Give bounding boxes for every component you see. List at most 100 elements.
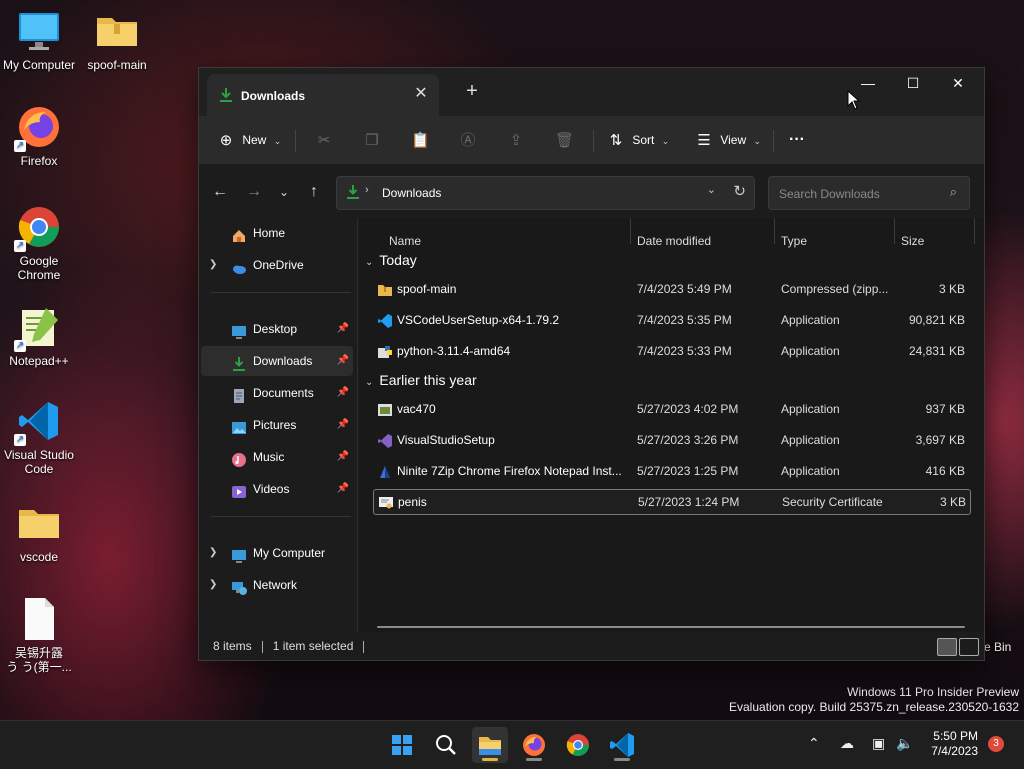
- monitor-icon: [16, 8, 62, 54]
- desktop-icon-firefox[interactable]: ↗ Firefox: [0, 104, 78, 168]
- forward-button[interactable]: →: [241, 179, 267, 205]
- desktop-icon-label: Visual Studio Code: [4, 448, 74, 476]
- file-size: 416 KB: [925, 464, 965, 478]
- start-button[interactable]: [384, 727, 420, 763]
- address-bar[interactable]: › Downloads ⌄ ↻: [336, 176, 755, 210]
- paste-button[interactable]: 📋: [411, 126, 430, 154]
- status-divider: [363, 640, 365, 653]
- sidebar-item-documents[interactable]: Documents 📌: [201, 378, 353, 408]
- details-view-button[interactable]: [937, 638, 957, 656]
- vscode-icon: ↗: [14, 398, 62, 446]
- status-divider: [261, 640, 263, 653]
- maximize-button[interactable]: ☐: [891, 68, 935, 98]
- back-button[interactable]: ←: [207, 179, 233, 205]
- volume-icon[interactable]: 🔈: [896, 735, 913, 752]
- recent-locations-button[interactable]: ⌄: [271, 179, 297, 205]
- shortcut-arrow-icon: ↗: [14, 340, 26, 352]
- column-divider[interactable]: [774, 218, 775, 244]
- address-dropdown-button[interactable]: ⌄: [707, 183, 716, 196]
- horizontal-scrollbar[interactable]: [377, 626, 965, 628]
- breadcrumb-downloads[interactable]: Downloads: [382, 186, 441, 200]
- sort-button[interactable]: ⇅ Sort ⌄: [607, 126, 670, 154]
- search-box[interactable]: ⌕: [768, 176, 970, 210]
- refresh-button[interactable]: ↻: [733, 182, 746, 200]
- desktop-icon-label: Notepad++: [9, 354, 69, 368]
- tab-close-button[interactable]: ✕: [411, 84, 431, 104]
- close-button[interactable]: ✕: [936, 68, 980, 98]
- taskbar-chrome[interactable]: [560, 727, 596, 763]
- new-button[interactable]: ⊕ New ⌄: [217, 126, 282, 154]
- file-row[interactable]: VSCodeUserSetup-x64-1.79.2 7/4/2023 5:35…: [373, 307, 969, 333]
- taskbar-vscode[interactable]: [604, 727, 640, 763]
- file-size: 90,821 KB: [908, 313, 965, 327]
- desktop-icon-notepadpp[interactable]: ↗ Notepad++: [0, 304, 78, 368]
- new-button-label: New: [242, 133, 267, 147]
- copy-button[interactable]: ❐: [363, 126, 381, 154]
- sidebar-item-label: My Computer: [253, 546, 326, 560]
- network-offline-icon[interactable]: ☁: [840, 735, 854, 752]
- sidebar-item-onedrive[interactable]: ❯ OneDrive: [201, 250, 353, 280]
- tiles-view-button[interactable]: [959, 638, 979, 656]
- sidebar-item-videos[interactable]: Videos 📌: [201, 474, 353, 504]
- chevron-right-icon[interactable]: ❯: [209, 570, 217, 600]
- view-button[interactable]: ☰ View ⌄: [695, 126, 761, 154]
- more-options-button[interactable]: ···: [789, 126, 805, 154]
- column-header-type[interactable]: Type: [781, 230, 807, 252]
- taskbar-firefox[interactable]: [516, 727, 552, 763]
- file-row[interactable]: VisualStudioSetup 5/27/2023 3:26 PM Appl…: [373, 427, 969, 453]
- desktop-icon-vscode-folder[interactable]: vscode: [0, 500, 78, 564]
- group-header-today[interactable]: ⌄ Today: [365, 252, 417, 268]
- chevron-right-icon[interactable]: ❯: [209, 250, 217, 280]
- file-date: 5/27/2023 4:02 PM: [637, 402, 739, 416]
- file-row[interactable]: spoof-main 7/4/2023 5:49 PM Compressed (…: [373, 276, 969, 302]
- up-button[interactable]: ↑: [301, 179, 327, 205]
- file-row[interactable]: python-3.11.4-amd64 7/4/2023 5:33 PM App…: [373, 338, 969, 364]
- sidebar-item-home[interactable]: Home: [201, 218, 353, 248]
- clock-time: 5:50 PM: [933, 729, 978, 743]
- chevron-right-icon[interactable]: ❯: [209, 538, 217, 568]
- notification-badge[interactable]: 3: [988, 736, 1004, 752]
- column-header-date[interactable]: Date modified: [637, 230, 711, 252]
- sidebar-item-my-computer[interactable]: ❯ My Computer: [201, 538, 353, 568]
- desktop-icon-vscode[interactable]: ↗ Visual Studio Code: [0, 398, 78, 476]
- desktop-icon-my-computer[interactable]: My Computer: [0, 8, 78, 72]
- column-divider[interactable]: [630, 218, 631, 244]
- taskbar-search-button[interactable]: [428, 727, 464, 763]
- sidebar-item-pictures[interactable]: Pictures 📌: [201, 410, 353, 440]
- tab-downloads[interactable]: Downloads ✕: [207, 74, 439, 116]
- file-type: Compressed (zipp...: [781, 282, 889, 296]
- desktop-icon-chrome[interactable]: ↗ Google Chrome: [0, 204, 78, 282]
- chevron-down-icon: ⌄: [273, 136, 282, 146]
- column-header-size[interactable]: Size: [901, 230, 924, 252]
- file-row-selected[interactable]: penis 5/27/2023 1:24 PM Security Certifi…: [373, 489, 971, 515]
- sidebar-item-network[interactable]: ❯ Network: [201, 570, 353, 600]
- desktop-icon-document[interactable]: 吴锡升露 う う(第一...: [0, 596, 78, 674]
- tray-overflow-chevron-icon[interactable]: ⌃: [808, 735, 820, 752]
- taskbar-file-explorer[interactable]: [472, 727, 508, 763]
- chrome-icon: ↗: [14, 204, 62, 252]
- search-input[interactable]: [777, 184, 941, 204]
- title-bar[interactable]: Downloads ✕ + — ☐ ✕: [199, 68, 984, 116]
- column-divider[interactable]: [894, 218, 895, 244]
- rename-button[interactable]: Ⓐ: [459, 126, 477, 154]
- cut-button[interactable]: ✂: [315, 126, 333, 154]
- music-icon: [231, 449, 247, 467]
- sidebar-item-downloads[interactable]: Downloads 📌: [201, 346, 353, 376]
- sidebar-item-label: Network: [253, 578, 298, 592]
- clock[interactable]: 5:50 PM 7/4/2023: [922, 729, 978, 759]
- file-row[interactable]: Ninite 7Zip Chrome Firefox Notepad Inst.…: [373, 458, 969, 484]
- sidebar-item-music[interactable]: Music 📌: [201, 442, 353, 472]
- desktop-icon-spoof-main[interactable]: spoof-main: [78, 8, 156, 72]
- file-row[interactable]: vac470 5/27/2023 4:02 PM Application 937…: [373, 396, 969, 422]
- display-icon[interactable]: ▣: [872, 735, 885, 752]
- group-header-earlier-this-year[interactable]: ⌄ Earlier this year: [365, 372, 477, 388]
- delete-button[interactable]: 🗑: [555, 126, 574, 154]
- column-divider[interactable]: [974, 218, 975, 244]
- new-tab-button[interactable]: +: [461, 80, 483, 102]
- network-icon: [231, 577, 247, 595]
- sidebar-item-desktop[interactable]: Desktop 📌: [201, 314, 353, 344]
- breadcrumb-chevron-icon[interactable]: ›: [365, 184, 369, 196]
- sidebar-item-label: Home: [253, 226, 286, 240]
- share-button[interactable]: ⇪: [507, 126, 525, 154]
- column-header-name[interactable]: Name: [389, 230, 421, 252]
